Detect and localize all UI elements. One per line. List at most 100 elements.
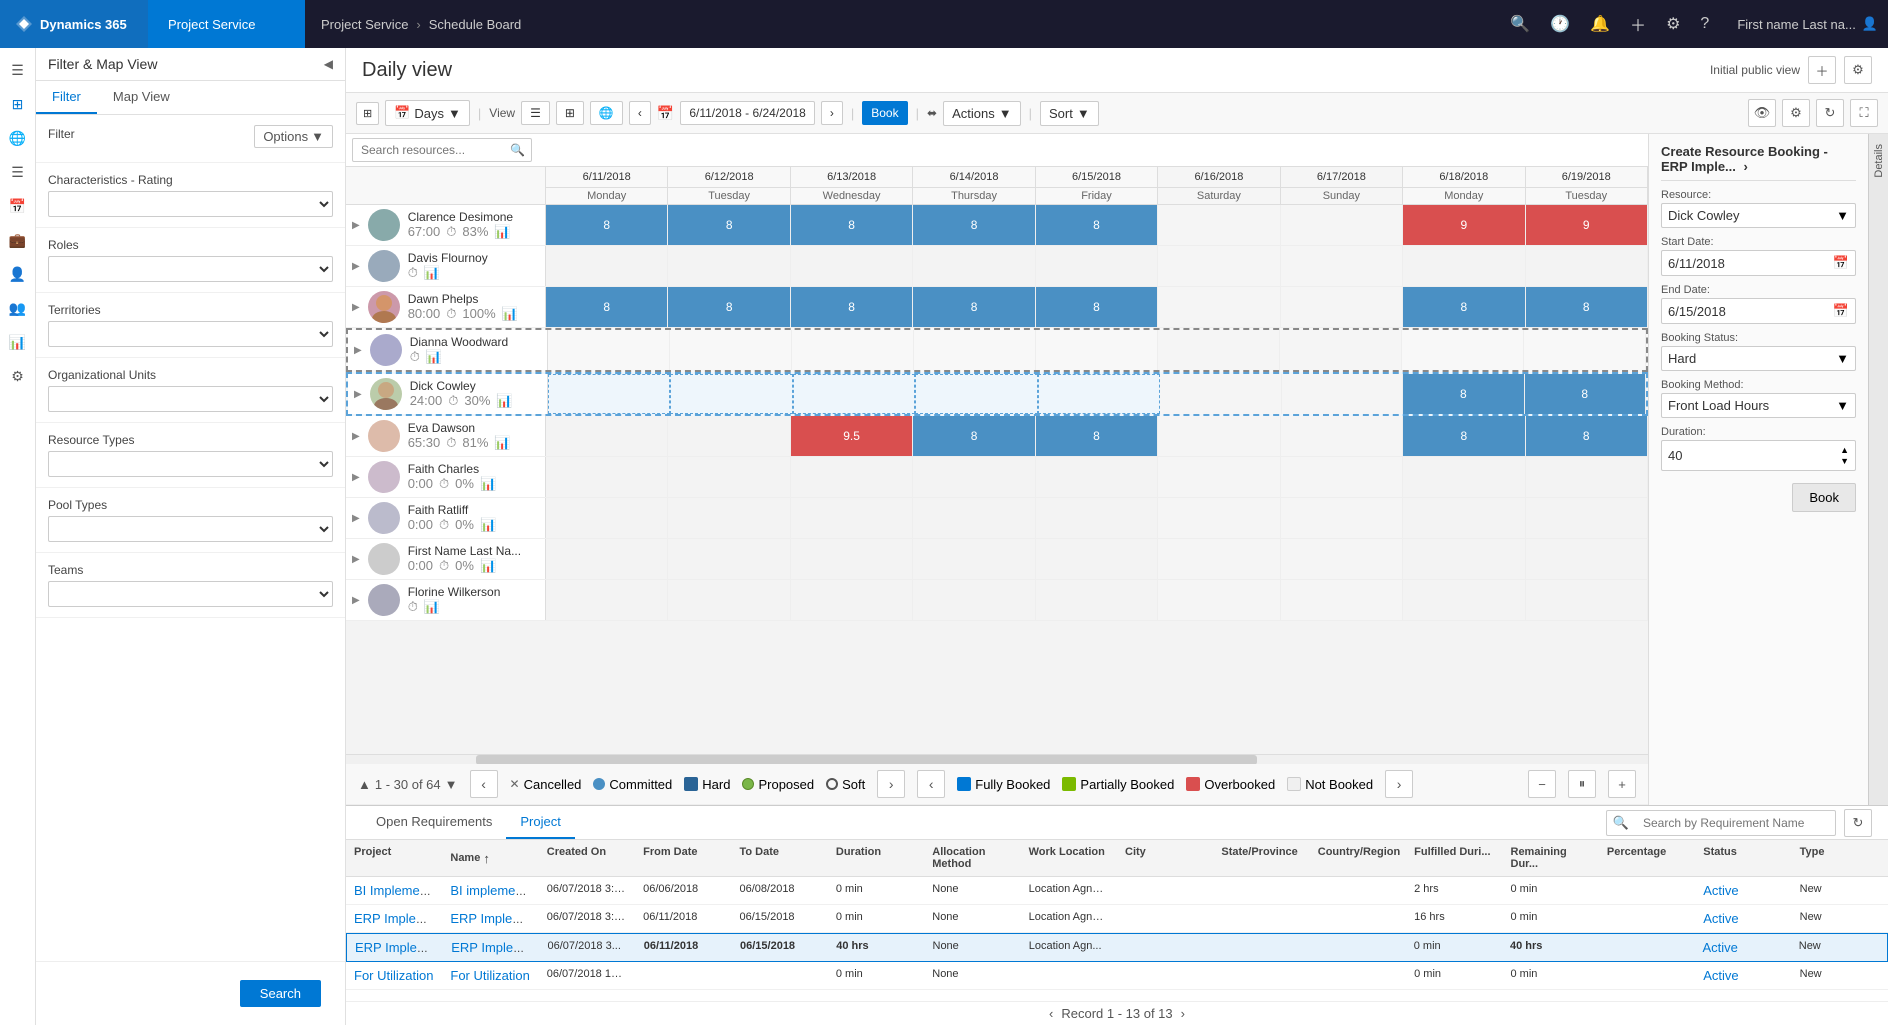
col-remaining[interactable]: Remaining Dur... xyxy=(1503,846,1599,870)
legend-next-button[interactable]: › xyxy=(877,770,905,798)
cell-fr-0[interactable] xyxy=(546,498,668,538)
cell-dp-4[interactable]: 8 xyxy=(1036,287,1158,327)
rp-end-date-input[interactable]: 6/15/2018 📅 xyxy=(1661,298,1856,324)
menu-icon[interactable]: ☰ xyxy=(2,54,34,86)
cell-fn-2[interactable] xyxy=(791,539,913,579)
cell-name-2[interactable]: ERP Implementation xyxy=(442,909,538,928)
cell-fc-3[interactable] xyxy=(913,457,1035,497)
cell-e-8[interactable]: 8 xyxy=(1526,416,1648,456)
add-icon[interactable]: ＋ xyxy=(1624,6,1652,42)
territories-select[interactable] xyxy=(48,321,333,347)
search-icon[interactable]: 🔍 xyxy=(1504,8,1536,40)
cell-fn-1[interactable] xyxy=(668,539,790,579)
resource-expand-icon[interactable]: ▲ xyxy=(358,777,371,792)
col-to-date[interactable]: To Date xyxy=(732,846,828,870)
characteristics-select[interactable] xyxy=(48,191,333,217)
cell-e-0[interactable] xyxy=(546,416,668,456)
tab-filter[interactable]: Filter xyxy=(36,81,97,114)
refresh-button[interactable]: ↻ xyxy=(1816,99,1844,127)
settings2-icon[interactable]: ⚙ xyxy=(2,360,34,392)
cell-fl-3[interactable] xyxy=(913,580,1035,620)
map-view-button[interactable]: 🌐 xyxy=(590,101,623,125)
resource-collapse-icon[interactable]: ▼ xyxy=(445,777,458,792)
expand-dawn-icon[interactable]: ▶ xyxy=(352,302,360,313)
col-status[interactable]: Status xyxy=(1695,846,1791,870)
cell-c-2[interactable]: 8 xyxy=(791,205,913,245)
cell-dw-7[interactable] xyxy=(1402,330,1524,370)
legend-next2-button[interactable]: › xyxy=(1385,770,1413,798)
cell-dp-2[interactable]: 8 xyxy=(791,287,913,327)
prev-date-button[interactable]: ‹ xyxy=(629,101,651,125)
cell-fr-2[interactable] xyxy=(791,498,913,538)
cell-fc-4[interactable] xyxy=(1036,457,1158,497)
dashboard-icon[interactable]: ⊞ xyxy=(2,88,34,120)
cell-dw-1[interactable] xyxy=(670,330,792,370)
cell-status-1[interactable]: Active xyxy=(1695,881,1791,900)
rp-booking-status-dropdown[interactable]: Hard ▼ xyxy=(1661,346,1856,371)
cell-d-0[interactable] xyxy=(546,246,668,286)
expand-faith-c-icon[interactable]: ▶ xyxy=(352,472,360,483)
legend-prev2-button[interactable]: ‹ xyxy=(917,770,945,798)
cell-c-8[interactable]: 9 xyxy=(1526,205,1648,245)
cell-d-7[interactable] xyxy=(1403,246,1525,286)
user-menu[interactable]: First name Last na... 👤 xyxy=(1727,16,1888,32)
cell-e-7[interactable]: 8 xyxy=(1403,416,1525,456)
cell-c-0[interactable]: 8 xyxy=(546,205,668,245)
cell-fr-1[interactable] xyxy=(668,498,790,538)
rp-booking-method-dropdown[interactable]: Front Load Hours ▼ xyxy=(1661,393,1856,418)
breadcrumb-1[interactable]: Project Service xyxy=(321,17,408,32)
col-city[interactable]: City xyxy=(1117,846,1213,870)
cell-fc-7[interactable] xyxy=(1403,457,1525,497)
person-icon[interactable]: 👤 xyxy=(2,258,34,290)
cell-dw-4[interactable] xyxy=(1036,330,1158,370)
cell-fr-4[interactable] xyxy=(1036,498,1158,538)
cell-fc-1[interactable] xyxy=(668,457,790,497)
grid-settings-button[interactable]: ⚙ xyxy=(1782,99,1810,127)
zoom-out-button[interactable]: − xyxy=(1528,770,1556,798)
dynamics-365-logo[interactable]: Dynamics 365 xyxy=(0,0,148,48)
cell-name-1[interactable]: BI implementation xyxy=(442,881,538,900)
cell-name-4[interactable]: For Utilization xyxy=(442,966,538,985)
expand-florine-icon[interactable]: ▶ xyxy=(352,595,360,606)
cell-e-2[interactable]: 9.5 xyxy=(791,416,913,456)
cell-dc-3[interactable] xyxy=(915,374,1037,414)
horizontal-scrollbar[interactable] xyxy=(346,754,1648,764)
cell-dc-0[interactable] xyxy=(548,374,670,414)
notifications-icon[interactable]: 🔔 xyxy=(1584,8,1616,40)
cell-dc-7[interactable]: 8 xyxy=(1403,374,1524,414)
cell-fc-2[interactable] xyxy=(791,457,913,497)
cell-dc-1[interactable] xyxy=(670,374,792,414)
calendar-icon-2[interactable]: 📅 xyxy=(657,105,674,122)
cell-fl-1[interactable] xyxy=(668,580,790,620)
tab-map-view[interactable]: Map View xyxy=(97,81,186,114)
cell-dc-2[interactable] xyxy=(793,374,915,414)
col-created-on[interactable]: Created On xyxy=(539,846,635,870)
cell-fn-8[interactable] xyxy=(1526,539,1648,579)
col-percentage[interactable]: Percentage xyxy=(1599,846,1695,870)
visibility-button[interactable]: 👁 xyxy=(1748,99,1776,127)
cell-fr-3[interactable] xyxy=(913,498,1035,538)
cell-d-3[interactable] xyxy=(913,246,1035,286)
fullscreen-button[interactable]: ⛶ xyxy=(1850,99,1878,127)
resource-types-select[interactable] xyxy=(48,451,333,477)
col-country[interactable]: Country/Region xyxy=(1310,846,1406,870)
cell-d-1[interactable] xyxy=(668,246,790,286)
duration-down-icon[interactable]: ▼ xyxy=(1840,456,1849,466)
search-button[interactable]: Search xyxy=(240,980,321,1007)
cell-dc-8[interactable]: 8 xyxy=(1525,374,1646,414)
pause-button[interactable]: ⏸ xyxy=(1568,770,1596,798)
cell-status-2[interactable]: Active xyxy=(1695,909,1791,928)
cell-fn-0[interactable] xyxy=(546,539,668,579)
cell-fc-8[interactable] xyxy=(1526,457,1648,497)
cell-fn-7[interactable] xyxy=(1403,539,1525,579)
pool-types-select[interactable] xyxy=(48,516,333,542)
cell-c-7[interactable]: 9 xyxy=(1403,205,1525,245)
options-button[interactable]: Options ▼ xyxy=(254,125,333,148)
cell-fn-4[interactable] xyxy=(1036,539,1158,579)
org-units-select[interactable] xyxy=(48,386,333,412)
days-button[interactable]: 📅 Days ▼ xyxy=(385,100,470,126)
settings-icon[interactable]: ⚙ xyxy=(1660,8,1686,40)
contacts-icon[interactable]: 👥 xyxy=(2,292,34,324)
teams-select[interactable] xyxy=(48,581,333,607)
cell-e-1[interactable] xyxy=(668,416,790,456)
